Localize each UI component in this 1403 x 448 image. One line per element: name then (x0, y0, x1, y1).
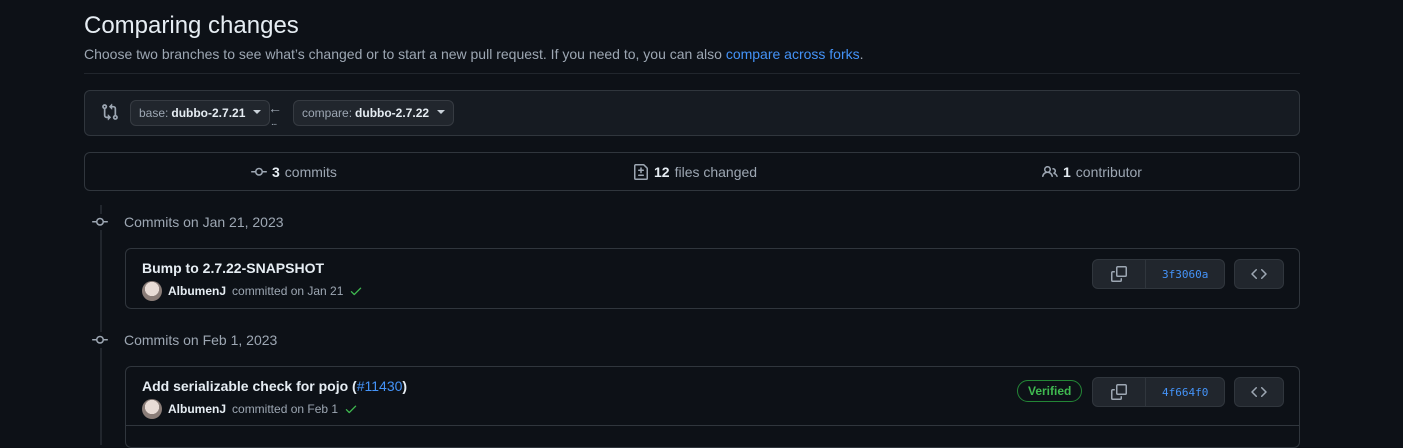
git-compare-icon (102, 103, 118, 121)
commit-date: committed on Jan 21 (232, 284, 344, 298)
commit-group-heading: Commits on Feb 1, 2023 (92, 332, 277, 348)
commit-author[interactable]: AlbumenJ (168, 402, 226, 416)
commit-group-date: Commits on Feb 1, 2023 (124, 332, 278, 348)
check-icon[interactable] (344, 402, 358, 416)
file-diff-icon (634, 163, 648, 180)
commit-row: Bump to 2.7.22-SNAPSHOT AlbumenJ committ… (125, 248, 1300, 309)
commit-message[interactable]: Bump to 2.7.22-SNAPSHOT (142, 260, 324, 276)
avatar[interactable] (142, 281, 162, 301)
range-dots: ... (271, 117, 277, 128)
commit-row: Add serializable check for pojo (#11430)… (125, 366, 1300, 448)
caret-down-icon (437, 109, 446, 114)
subtitle-text: Choose two branches to see what’s change… (84, 46, 726, 62)
copy-icon (1111, 384, 1127, 400)
compare-summary: 3 commits 12 files changed 1 contributor (84, 152, 1300, 191)
commit-message[interactable]: Add serializable check for pojo ( (142, 378, 357, 394)
commit-sha-link[interactable]: 3f3060a (1145, 260, 1224, 288)
base-key: base: (139, 106, 169, 120)
files-changed-stat[interactable]: 12 files changed (633, 153, 757, 190)
timeline-line (100, 205, 102, 445)
page-title: Comparing changes (84, 12, 299, 39)
copy-sha-button[interactable] (1093, 260, 1145, 288)
sha-button-group: 4f664f0 (1092, 377, 1226, 407)
commit-sha-link[interactable]: 4f664f0 (1145, 378, 1224, 406)
base-branch-name: dubbo-2.7.21 (171, 106, 246, 120)
arrow-left-icon: ← (268, 100, 282, 116)
browse-repo-button[interactable] (1234, 377, 1284, 407)
subtitle-end: . (859, 46, 864, 62)
files-label: files changed (674, 163, 758, 180)
compare-branch-name: dubbo-2.7.22 (355, 106, 430, 120)
git-commit-icon (92, 332, 108, 348)
commit-message-end: ) (402, 378, 408, 394)
files-count: 12 (654, 163, 670, 180)
commit-author[interactable]: AlbumenJ (168, 284, 226, 298)
page-subtitle: Choose two branches to see what’s change… (84, 46, 864, 62)
commit-date: committed on Feb 1 (232, 402, 339, 416)
base-branch-button[interactable]: base: dubbo-2.7.21 (130, 100, 271, 126)
row-divider (126, 425, 1299, 426)
git-commit-icon (92, 214, 108, 230)
pull-request-link[interactable]: #11430 (357, 378, 403, 394)
browse-repo-button[interactable] (1234, 259, 1284, 289)
contributors-count: 1 (1063, 163, 1071, 180)
commit-title[interactable]: Bump to 2.7.22-SNAPSHOT (142, 260, 324, 276)
git-commit-icon (251, 167, 267, 176)
commit-group-heading: Commits on Jan 21, 2023 (92, 214, 284, 230)
copy-sha-button[interactable] (1093, 378, 1145, 406)
avatar[interactable] (142, 399, 162, 419)
verified-badge[interactable]: Verified (1017, 380, 1083, 402)
compare-branch-button[interactable]: compare: dubbo-2.7.22 (293, 100, 455, 126)
commit-meta: AlbumenJ committed on Feb 1 (142, 399, 358, 419)
contributors-label: contributor (1075, 163, 1142, 180)
copy-icon (1111, 266, 1127, 282)
code-icon (1251, 386, 1267, 398)
people-icon (1042, 165, 1058, 177)
commits-label: commits (284, 163, 337, 180)
commit-meta: AlbumenJ committed on Jan 21 (142, 281, 363, 301)
compare-key: compare: (302, 106, 353, 120)
branch-range-editor: base: dubbo-2.7.21 ← ... compare: dubbo-… (84, 90, 1300, 136)
caret-down-icon (253, 109, 262, 114)
commit-group-date: Commits on Jan 21, 2023 (124, 214, 284, 230)
sha-button-group: 3f3060a (1092, 259, 1226, 289)
check-icon[interactable] (349, 284, 363, 298)
commits-count: 3 (272, 163, 280, 180)
code-icon (1251, 268, 1267, 280)
header-divider (84, 73, 1300, 74)
commits-stat[interactable]: 3 commits (251, 153, 337, 190)
commit-title[interactable]: Add serializable check for pojo (#11430) (142, 378, 407, 394)
contributors-stat[interactable]: 1 contributor (1042, 153, 1142, 190)
compare-across-forks-link[interactable]: compare across forks (726, 46, 860, 62)
